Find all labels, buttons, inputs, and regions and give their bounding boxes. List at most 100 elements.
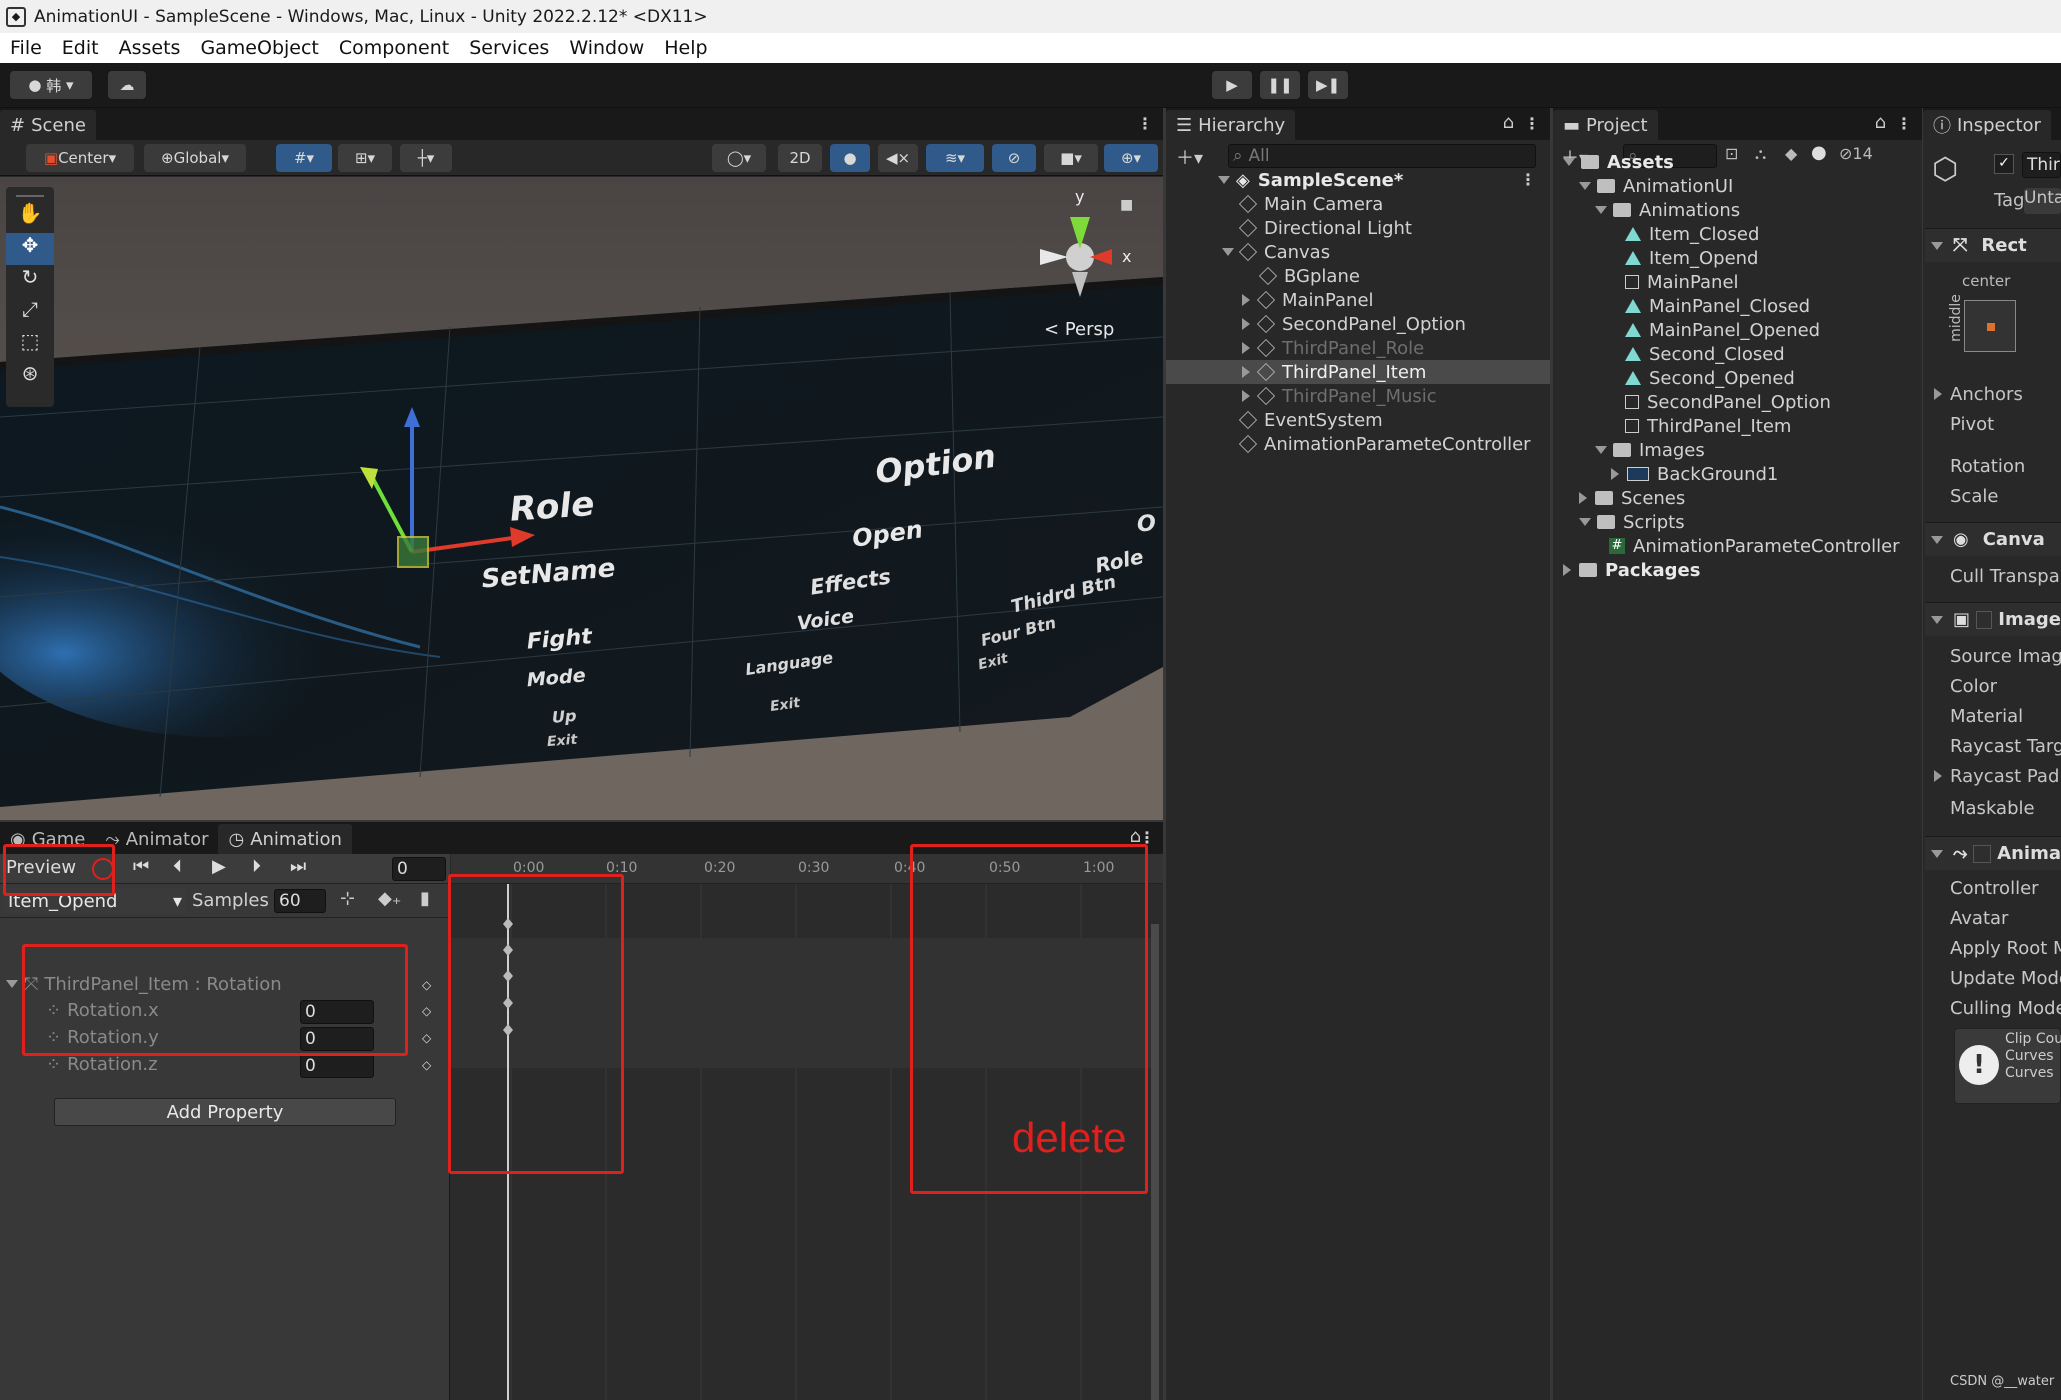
property-y-key-icon[interactable]: ◇ [422, 1031, 431, 1045]
project-item[interactable]: Images [1595, 438, 1705, 462]
hierarchy-item[interactable]: ThirdPanel_Role [1242, 336, 1424, 360]
samples-field[interactable]: 60 [274, 889, 326, 913]
expand-icon[interactable] [1242, 342, 1250, 354]
rect-tool-icon[interactable]: ⬚ [6, 329, 54, 361]
animator-header[interactable]: ⤳ Anima [1925, 836, 2061, 870]
effects-toggle[interactable]: ≋▾ [926, 144, 984, 172]
image-enabled-checkbox[interactable] [1976, 610, 1993, 629]
filter-icon[interactable]: ⛬ [1755, 144, 1766, 164]
pause-button[interactable]: ❚❚ [1260, 71, 1300, 99]
hierarchy-item[interactable]: BGplane [1258, 264, 1360, 288]
project-item[interactable]: AnimationUI [1579, 174, 1733, 198]
tab-hierarchy[interactable]: ☰ Hierarchy [1166, 110, 1296, 140]
project-item[interactable]: Packages [1563, 558, 1700, 582]
object-name-field[interactable]: Thir [2022, 152, 2061, 178]
anchor-preset-button[interactable] [1964, 300, 2016, 352]
expand-icon[interactable] [1563, 564, 1571, 576]
canvas-renderer-header[interactable]: ◉ Canva [1925, 522, 2061, 556]
rotate-tool-icon[interactable]: ↻ [6, 265, 54, 297]
last-key-icon[interactable]: ⏭ [290, 856, 306, 877]
menu-file[interactable]: File [0, 37, 52, 59]
project-item[interactable]: Second_Closed [1611, 342, 1785, 366]
tab-project[interactable]: ▬ Project [1553, 110, 1658, 140]
menu-help[interactable]: Help [654, 37, 717, 59]
collapse-icon[interactable] [1563, 158, 1575, 166]
label-icon[interactable]: ◆ [1785, 144, 1797, 163]
image-header[interactable]: ▣ Image [1925, 602, 2061, 636]
hierarchy-item[interactable]: Canvas [1222, 240, 1330, 264]
project-item[interactable]: Scripts [1579, 510, 1685, 534]
next-key-icon[interactable]: ⏵ [252, 856, 261, 877]
anchors-expand[interactable]: Anchors [1934, 384, 2023, 405]
project-item[interactable]: Animations [1595, 198, 1740, 222]
rect-transform-header[interactable]: ⤧ Rect [1925, 228, 2061, 262]
draw-mode-button[interactable]: ◯▾ [712, 144, 766, 172]
tab-inspector[interactable]: ⓘ Inspector [1923, 110, 2051, 140]
raycast-padding-expand[interactable]: Raycast Pad [1934, 766, 2059, 787]
tab-scene[interactable]: # Scene [0, 110, 96, 140]
project-item[interactable]: SecondPanel_Option [1611, 390, 1831, 414]
project-item[interactable]: Assets [1563, 150, 1674, 174]
space-dropdown[interactable]: ⊕ Global ▾ [144, 144, 246, 172]
project-item[interactable]: Item_Opend [1611, 246, 1758, 270]
palette-grip[interactable] [16, 191, 44, 197]
collapse-icon[interactable] [1579, 518, 1591, 526]
hidden-packages-button[interactable]: ⊘14 [1839, 144, 1873, 163]
expand-icon[interactable] [1242, 366, 1250, 378]
project-menu-icon[interactable]: ⋮ [1896, 114, 1912, 133]
menu-window[interactable]: Window [559, 37, 654, 59]
expand-icon[interactable] [1242, 390, 1250, 402]
project-item[interactable]: Scenes [1579, 486, 1685, 510]
gizmos-button[interactable]: ⊕▾ [1104, 144, 1158, 172]
project-item[interactable]: Item_Closed [1611, 222, 1759, 246]
property-z-value[interactable]: 0 [300, 1054, 374, 1078]
hierarchy-item[interactable]: Directional Light [1238, 216, 1412, 240]
add-property-button[interactable]: Add Property [54, 1098, 396, 1126]
hierarchy-item[interactable]: AnimationParameteController [1238, 432, 1531, 456]
add-keyframe-icon[interactable]: ◆₊ [378, 888, 401, 909]
warning-icon[interactable]: ● [1811, 142, 1827, 163]
tag-dropdown[interactable]: Unta [2024, 188, 2061, 214]
project-item[interactable]: MainPanel_Closed [1611, 294, 1810, 318]
expand-icon[interactable] [1611, 468, 1619, 480]
collapse-icon[interactable] [1595, 206, 1607, 214]
cloud-button[interactable]: ☁ [108, 71, 146, 99]
expand-icon[interactable] [1242, 294, 1250, 306]
project-item[interactable]: MainPanel [1611, 270, 1739, 294]
collapse-icon[interactable] [1579, 182, 1591, 190]
transform-tool-icon[interactable]: ⊛ [6, 361, 54, 393]
menu-edit[interactable]: Edit [52, 37, 109, 59]
project-item[interactable]: ThirdPanel_Item [1611, 414, 1791, 438]
first-key-icon[interactable]: ⏮ [133, 856, 149, 877]
project-lock-icon[interactable]: ⌂ [1875, 112, 1886, 133]
property-z-key-icon[interactable]: ◇ [422, 1058, 431, 1072]
scene-item-menu-icon[interactable]: ⋮ [1520, 170, 1536, 189]
project-item[interactable]: Second_Opened [1611, 366, 1795, 390]
persp-label[interactable]: < Persp [1044, 319, 1114, 340]
prev-key-icon[interactable]: ⏴ [173, 856, 182, 877]
hierarchy-item[interactable]: MainPanel [1242, 288, 1374, 312]
grid-snap-button[interactable]: #▾ [276, 144, 332, 172]
hierarchy-item[interactable]: ThirdPanel_Music [1242, 384, 1437, 408]
project-item[interactable]: MainPanel_Opened [1611, 318, 1820, 342]
scene-root-item[interactable]: ◈ SampleScene* [1218, 168, 1403, 192]
hierarchy-search-input[interactable]: ⌕ All [1228, 144, 1536, 168]
menu-services[interactable]: Services [459, 37, 559, 59]
hierarchy-item[interactable]: EventSystem [1238, 408, 1383, 432]
expand-icon[interactable] [1579, 492, 1587, 504]
group-key-icon[interactable]: ◇ [422, 978, 431, 992]
search-by-type-icon[interactable]: ⊡ [1725, 144, 1738, 163]
step-button[interactable]: ▶❚ [1308, 71, 1348, 99]
snap-increment-button[interactable]: ⊞▾ [338, 144, 392, 172]
project-item[interactable]: # AnimationParameteController [1595, 534, 1900, 558]
lighting-toggle[interactable]: ● [830, 144, 870, 172]
frame-field[interactable]: 0 [392, 857, 446, 881]
audio-toggle[interactable]: ◀× [878, 144, 918, 172]
lock-icon[interactable]: ■ [1120, 197, 1133, 213]
project-item[interactable]: BackGround1 [1611, 462, 1778, 486]
snap-key-icon[interactable]: ⊹ [340, 888, 355, 909]
expand-icon[interactable] [1242, 318, 1250, 330]
hierarchy-menu-icon[interactable]: ⋮ [1524, 114, 1540, 133]
menu-component[interactable]: Component [329, 37, 459, 59]
hierarchy-item[interactable]: SecondPanel_Option [1242, 312, 1466, 336]
